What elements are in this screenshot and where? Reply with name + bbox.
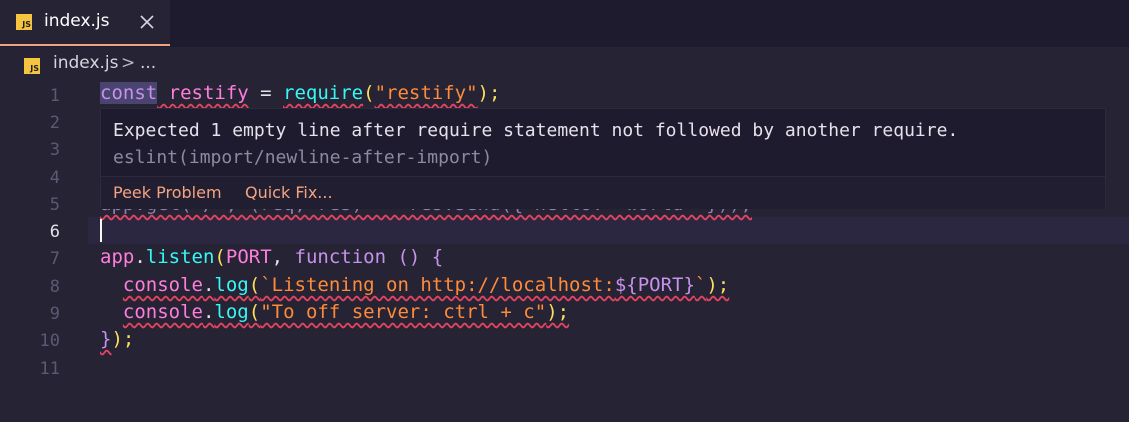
line-number: 8 [49, 277, 60, 297]
tab-index-js[interactable]: JS index.js [0, 0, 170, 46]
line-number: 10 [39, 331, 60, 351]
line-number: 2 [49, 113, 60, 133]
tab-bar: JS index.js [0, 0, 1129, 47]
tab-label: index.js [44, 11, 110, 31]
current-line-highlight [88, 217, 1129, 244]
problem-source: eslint(import/newline-after-import) [113, 147, 493, 168]
line-number: 5 [49, 195, 60, 215]
breadcrumb-file[interactable]: index.js [53, 53, 119, 73]
problem-message: Expected 1 empty line after require stat… [113, 120, 959, 168]
line-number: 4 [49, 168, 60, 188]
code-line-7[interactable]: app.listen(PORT, function () { [100, 244, 443, 271]
line-number-active: 6 [49, 222, 60, 242]
breadcrumb-more[interactable]: ... [140, 53, 156, 73]
code-line-9[interactable]: console.log("To off server: ctrl + c"); [100, 299, 569, 326]
line-number: 3 [49, 140, 60, 160]
peek-problem-link[interactable]: Peek Problem [113, 183, 222, 202]
hover-action-bar: Peek Problem Quick Fix... [101, 176, 1105, 209]
text-cursor [100, 219, 102, 242]
code-line-1[interactable]: const restify = require("restify"); [100, 80, 500, 107]
chevron-right-icon: > [121, 53, 136, 73]
line-number: 7 [49, 249, 60, 269]
javascript-file-icon: JS [24, 58, 40, 74]
code-line-10[interactable]: }); [100, 326, 134, 353]
problem-hover-widget: Expected 1 empty line after require stat… [100, 108, 1106, 209]
line-number: 9 [49, 304, 60, 324]
code-line-8[interactable]: console.log(`Listening on http://localho… [100, 272, 729, 299]
javascript-file-icon: JS [16, 14, 32, 30]
line-number: 11 [39, 359, 60, 379]
line-number: 1 [49, 86, 60, 106]
close-icon[interactable] [138, 13, 156, 31]
quick-fix-link[interactable]: Quick Fix... [245, 183, 333, 202]
